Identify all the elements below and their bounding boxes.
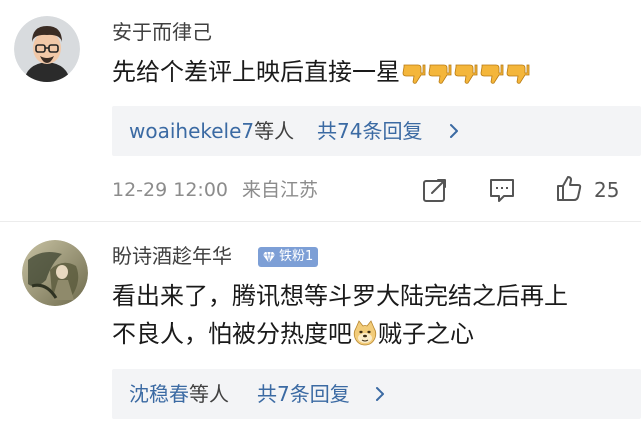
doge-emoji [353,320,377,346]
reply-count-link[interactable]: 共7条回复 [257,382,350,406]
avatar-photo[interactable] [22,240,88,306]
reply-user-name[interactable]: woaihekele7 [129,119,254,143]
replies-preview[interactable]: woaihekele7等人 共74条回复 [112,106,641,156]
comment-feed: 安于而律己 先给个差评上映后直接一星 woaihekele7等人 共74条回复 … [0,0,641,436]
thumbs-down-emoji [506,64,530,84]
fan-badge-label: 铁粉1 [279,249,314,264]
share-icon[interactable] [421,176,449,204]
comment-text-line2: 不良人，怕被分热度吧 贼子之心 [112,314,474,354]
reply-users-suffix: 等人 [254,119,295,143]
avatar-cartoon[interactable] [14,16,80,82]
fan-badge[interactable]: 铁粉1 [258,247,319,267]
comment-timestamp: 12-29 12:00 [112,179,229,201]
comment-divider [0,221,641,222]
like-icon[interactable] [555,174,583,202]
comment-icon[interactable] [488,176,516,204]
comment-body: 先给个差评上映后直接一星 [112,58,400,86]
reply-users-suffix: 等人 [189,382,229,406]
chevron-right-icon[interactable] [372,386,388,402]
comment-body-part2: 贼子之心 [378,320,474,348]
thumbs-down-emoji [428,64,452,84]
reply-users[interactable]: woaihekele7等人 [129,119,294,143]
comment-location: 来自江苏 [242,179,319,201]
reply-users[interactable]: 沈稳春等人 [129,382,229,406]
comment-text: 先给个差评上映后直接一星 [112,52,532,93]
comment-body-part1: 不良人，怕被分热度吧 [112,320,352,348]
diamond-icon [263,251,275,264]
reply-count-link[interactable]: 共74条回复 [317,119,422,143]
thumbs-down-emoji [454,64,478,84]
reply-user-name[interactable]: 沈稳春 [129,382,189,406]
thumbs-down-emoji-row [402,53,532,93]
replies-preview[interactable]: 沈稳春等人 共7条回复 [112,369,641,419]
chevron-right-icon[interactable] [446,123,462,139]
comment-username[interactable]: 安于而律己 [112,20,212,44]
comment-text-line1: 看出来了，腾讯想等斗罗大陆完结之后再上 [112,282,568,310]
thumbs-down-emoji [480,64,504,84]
comment-username[interactable]: 盼诗酒趁年华 [112,244,232,268]
like-count: 25 [594,178,620,202]
thumbs-down-emoji [402,64,426,84]
